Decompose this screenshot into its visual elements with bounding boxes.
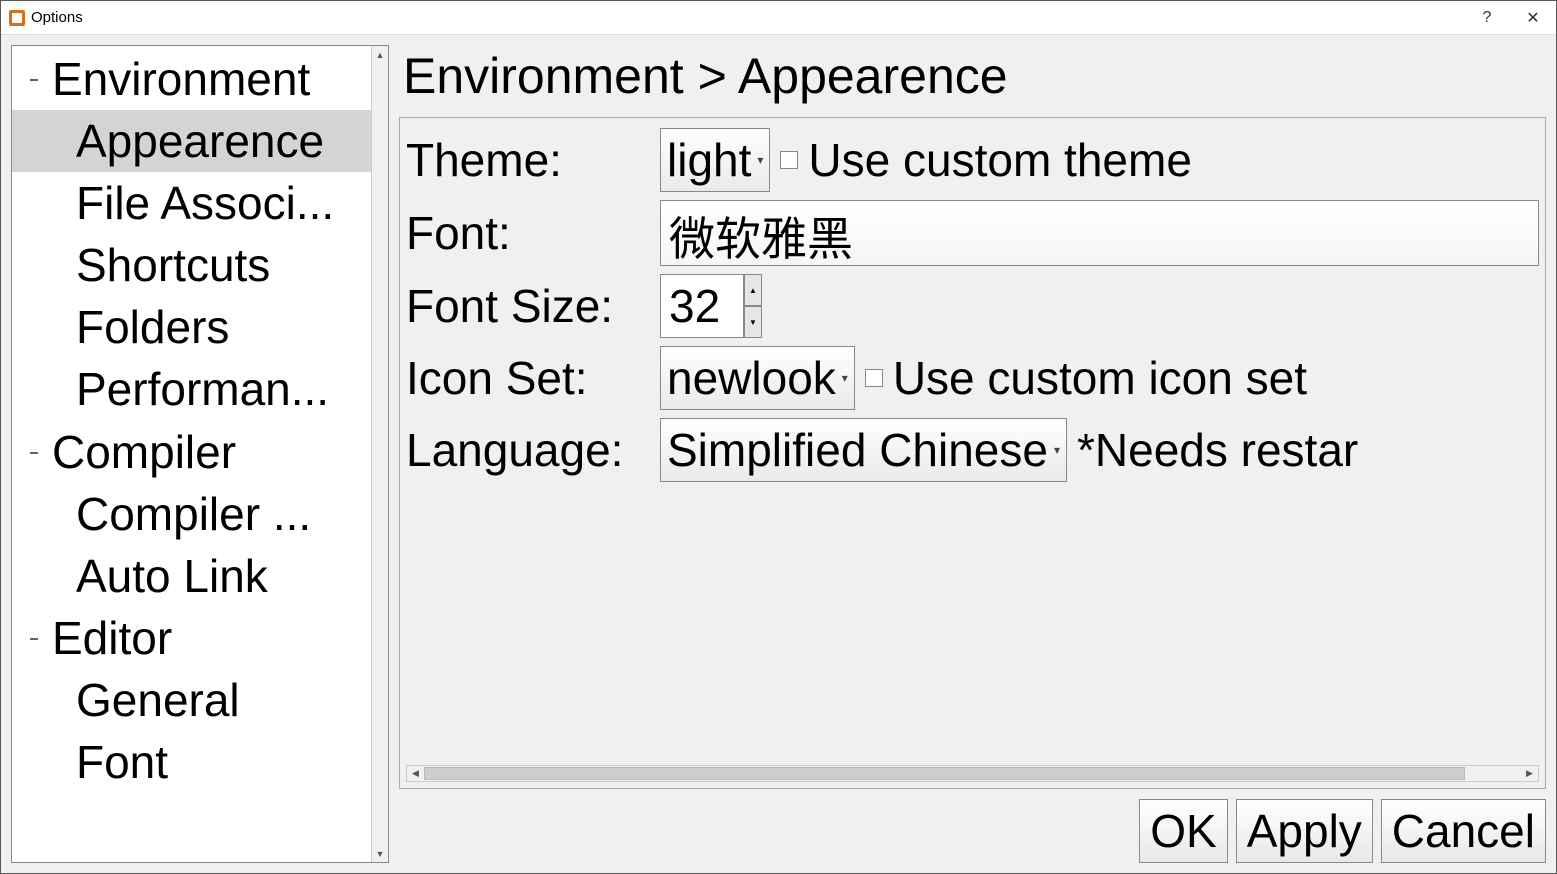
row-theme: Theme: light ▾ Use custom theme — [406, 128, 1539, 192]
font-size-label: Font Size: — [406, 279, 650, 333]
icon-set-select[interactable]: newlook ▾ — [660, 346, 855, 410]
apply-button[interactable]: Apply — [1236, 799, 1373, 863]
font-size-spinbox[interactable]: 32 ▲ ▼ — [660, 274, 762, 338]
use-custom-theme-label: Use custom theme — [808, 133, 1191, 187]
row-font-size: Font Size: 32 ▲ ▼ — [406, 274, 1539, 338]
row-language: Language: Simplified Chinese ▾ *Needs re… — [406, 418, 1539, 482]
use-custom-theme-checkbox[interactable] — [780, 151, 798, 169]
tree-item-environment[interactable]: Environment — [12, 48, 371, 110]
font-size-value[interactable]: 32 — [660, 274, 744, 338]
help-button[interactable]: ? — [1464, 1, 1510, 34]
sidebar-tree: Environment Appearence File Associ... Sh… — [12, 46, 371, 862]
ok-button[interactable]: OK — [1139, 799, 1227, 863]
tree-item-file-associations[interactable]: File Associ... — [12, 172, 371, 234]
tree-item-editor[interactable]: Editor — [12, 607, 371, 669]
language-restart-note: *Needs restar — [1077, 423, 1358, 477]
language-value: Simplified Chinese — [667, 423, 1048, 477]
window-title: Options — [31, 9, 83, 26]
row-font: Font: 微软雅黑 — [406, 200, 1539, 266]
tree-item-shortcuts[interactable]: Shortcuts — [12, 234, 371, 296]
app-icon — [9, 10, 25, 26]
tree-item-appearance[interactable]: Appearence — [12, 110, 371, 172]
settings-form: Theme: light ▾ Use custom theme Font: 微软… — [406, 128, 1539, 765]
scroll-down-icon[interactable]: ▼ — [372, 845, 388, 862]
use-custom-iconset-label: Use custom icon set — [893, 351, 1307, 405]
spin-up-icon[interactable]: ▲ — [744, 274, 762, 306]
tree-item-performance[interactable]: Performan... — [12, 358, 371, 420]
scroll-right-icon[interactable]: ▶ — [1521, 766, 1538, 781]
main-area: Environment > Appearence Theme: light ▾ … — [399, 45, 1546, 863]
scrollbar-thumb[interactable] — [424, 767, 1465, 780]
language-select[interactable]: Simplified Chinese ▾ — [660, 418, 1067, 482]
tree-item-folders[interactable]: Folders — [12, 296, 371, 358]
scroll-left-icon[interactable]: ◀ — [407, 766, 424, 781]
dialog-body: Environment Appearence File Associ... Sh… — [1, 35, 1556, 873]
window-controls: ? ✕ — [1464, 1, 1556, 34]
breadcrumb: Environment > Appearence — [399, 45, 1546, 107]
sidebar-container: Environment Appearence File Associ... Sh… — [11, 45, 389, 863]
spin-down-icon[interactable]: ▼ — [744, 306, 762, 338]
icon-set-label: Icon Set: — [406, 351, 650, 405]
settings-panel: Theme: light ▾ Use custom theme Font: 微软… — [399, 117, 1546, 789]
chevron-down-icon: ▾ — [842, 371, 848, 385]
font-select[interactable]: 微软雅黑 — [660, 200, 1539, 266]
scroll-up-icon[interactable]: ▲ — [372, 46, 388, 63]
row-icon-set: Icon Set: newlook ▾ Use custom icon set — [406, 346, 1539, 410]
sidebar-scrollbar[interactable]: ▲ ▼ — [371, 46, 388, 862]
chevron-down-icon: ▾ — [1054, 443, 1060, 457]
theme-label: Theme: — [406, 133, 650, 187]
close-button[interactable]: ✕ — [1510, 1, 1556, 34]
language-label: Language: — [406, 423, 650, 477]
theme-value: light — [667, 133, 751, 187]
tree-item-font[interactable]: Font — [12, 731, 371, 793]
cancel-button[interactable]: Cancel — [1381, 799, 1546, 863]
tree-item-compiler-sub[interactable]: Compiler ... — [12, 483, 371, 545]
icon-set-value: newlook — [667, 351, 836, 405]
titlebar: Options ? ✕ — [1, 1, 1556, 35]
dialog-buttons: OK Apply Cancel — [399, 799, 1546, 863]
font-label: Font: — [406, 206, 650, 260]
chevron-down-icon: ▾ — [757, 153, 763, 167]
tree-item-auto-link[interactable]: Auto Link — [12, 545, 371, 607]
tree-item-compiler[interactable]: Compiler — [12, 421, 371, 483]
options-window: Options ? ✕ Environment Appearence File … — [0, 0, 1557, 874]
panel-scrollbar-horizontal[interactable]: ◀ ▶ — [406, 765, 1539, 782]
tree-item-general[interactable]: General — [12, 669, 371, 731]
theme-select[interactable]: light ▾ — [660, 128, 770, 192]
use-custom-iconset-checkbox[interactable] — [865, 369, 883, 387]
